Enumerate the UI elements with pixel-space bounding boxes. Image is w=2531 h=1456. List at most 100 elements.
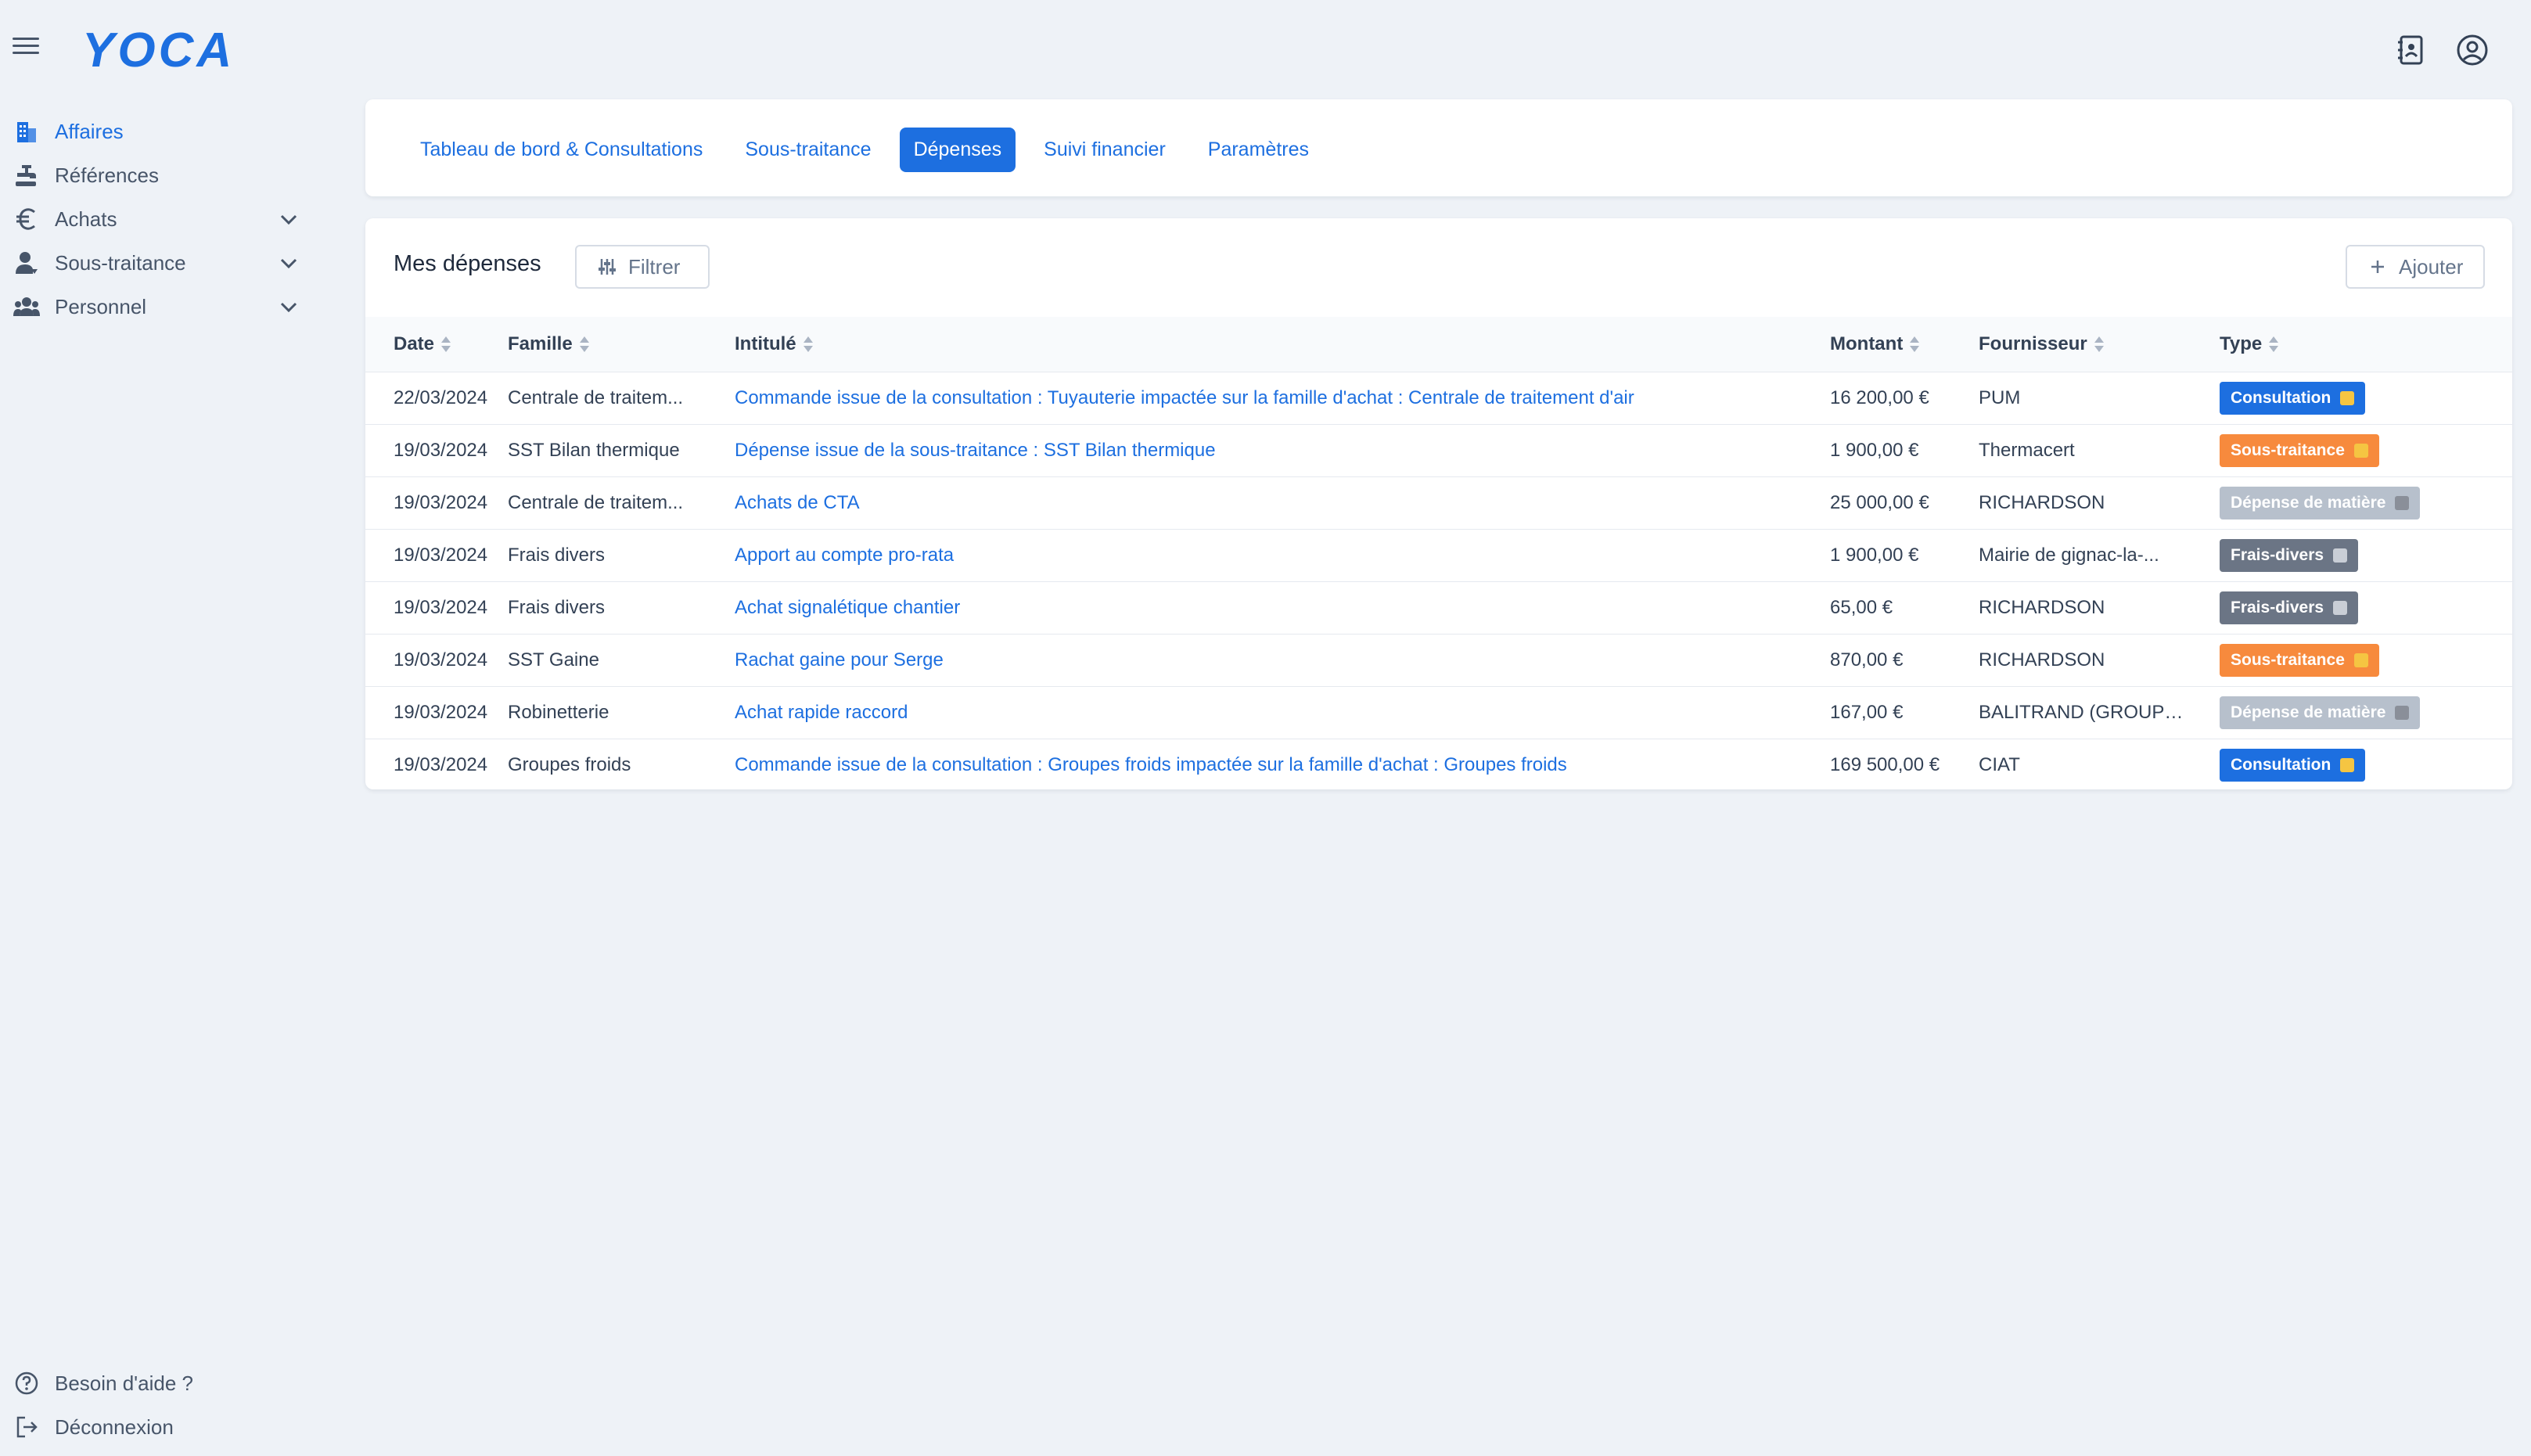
sidebar: Affaires Références Achats Sous-traitanc…	[0, 110, 313, 329]
help-label: Besoin d'aide ?	[55, 1371, 193, 1395]
cell-intitule-link[interactable]: Dépense issue de la sous-traitance : SST…	[735, 424, 1830, 476]
sort-icon	[579, 336, 589, 353]
sidebar-item-achats[interactable]: Achats	[0, 197, 313, 241]
column-header-type[interactable]: Type	[2220, 317, 2512, 372]
cell-type: Dépense de matière	[2220, 476, 2512, 529]
help-link[interactable]: Besoin d'aide ?	[0, 1361, 313, 1405]
type-badge-icon	[2333, 600, 2348, 615]
help-icon	[13, 1369, 41, 1397]
cell-intitule-link[interactable]: Commande issue de la consultation : Tuya…	[735, 372, 1830, 424]
type-badge-icon	[2353, 443, 2368, 458]
sort-icon	[441, 336, 451, 353]
cell-intitule-link[interactable]: Apport au compte pro-rata	[735, 529, 1830, 581]
type-badge-icon	[2395, 705, 2410, 720]
table-body: 22/03/2024 Centrale de traitem... Comman…	[365, 372, 2512, 791]
chevron-down-icon[interactable]	[279, 210, 299, 230]
tab-depenses[interactable]: Dépenses	[899, 128, 1016, 172]
filter-label: Filtrer	[628, 254, 681, 279]
cell-montant: 25 000,00 €	[1830, 491, 1929, 513]
sidebar-footer: Besoin d'aide ? Déconnexion	[0, 1361, 313, 1449]
cell-famille: SST Bilan thermique	[508, 439, 680, 461]
column-header-intitule[interactable]: Intitulé	[735, 317, 1830, 372]
column-header-fournisseur[interactable]: Fournisseur	[1979, 317, 2220, 372]
chevron-down-icon[interactable]	[279, 253, 299, 274]
sidebar-item-references[interactable]: Références	[0, 153, 313, 197]
cell-intitule-link[interactable]: Rachat gaine pour Serge	[735, 634, 1830, 686]
tab-suivi-financier[interactable]: Suivi financier	[1030, 128, 1180, 172]
cell-famille: Centrale de traitem...	[508, 386, 684, 408]
cell-intitule-link[interactable]: Achats de CTA	[735, 476, 1830, 529]
tab-tableau-de-bord[interactable]: Tableau de bord & Consultations	[406, 128, 717, 172]
cell-montant: 1 900,00 €	[1830, 544, 1919, 566]
cell-date: 19/03/2024	[394, 544, 488, 566]
type-badge: Consultation	[2220, 381, 2366, 415]
type-badge-icon	[2333, 548, 2348, 563]
cell-fournisseur: Mairie de gignac-la-...	[1979, 544, 2159, 566]
menu-toggle-button[interactable]	[11, 33, 41, 63]
plus-icon	[2371, 261, 2384, 273]
column-header-famille[interactable]: Famille	[508, 317, 735, 372]
cell-type: Sous-traitance	[2220, 634, 2512, 686]
cell-montant: 16 200,00 €	[1830, 386, 1929, 408]
logout-link[interactable]: Déconnexion	[0, 1405, 313, 1449]
sidebar-item-label: Références	[55, 163, 159, 187]
cell-date: 22/03/2024	[394, 386, 488, 408]
sidebar-item-label: Personnel	[55, 294, 147, 318]
table-row[interactable]: 19/03/2024 Groupes froids Commande issue…	[365, 739, 2512, 791]
column-header-montant[interactable]: Montant	[1830, 317, 1979, 372]
sidebar-item-sous-traitance[interactable]: Sous-traitance	[0, 241, 313, 285]
user-account-icon[interactable]	[2455, 33, 2490, 67]
table-row[interactable]: 19/03/2024 Frais divers Achat signalétiq…	[365, 581, 2512, 634]
table-row[interactable]: 19/03/2024 Frais divers Apport au compte…	[365, 529, 2512, 581]
cell-date: 19/03/2024	[394, 701, 488, 723]
cell-type: Consultation	[2220, 739, 2512, 791]
cell-famille: Frais divers	[508, 544, 606, 566]
type-badge: Dépense de matière	[2220, 696, 2421, 729]
type-badge-icon	[2340, 757, 2355, 772]
cell-famille: Frais divers	[508, 596, 606, 618]
cell-montant: 1 900,00 €	[1830, 439, 1919, 461]
sidebar-item-personnel[interactable]: Personnel	[0, 285, 313, 329]
cell-fournisseur: CIAT	[1979, 753, 2020, 775]
chevron-down-icon[interactable]	[279, 297, 299, 318]
tab-parametres[interactable]: Paramètres	[1194, 128, 1323, 172]
type-badge: Frais-divers	[2220, 591, 2359, 624]
cell-date: 19/03/2024	[394, 491, 488, 513]
expenses-table: Date Famille Intitulé Montant Fournisseu…	[365, 317, 2512, 791]
type-badge-icon	[2395, 495, 2410, 510]
filter-button[interactable]: Filtrer	[575, 245, 710, 289]
cell-intitule-link[interactable]: Achat rapide raccord	[735, 686, 1830, 739]
cell-type: Frais-divers	[2220, 529, 2512, 581]
cell-date: 19/03/2024	[394, 596, 488, 618]
cell-famille: Groupes froids	[508, 753, 631, 775]
cell-type: Frais-divers	[2220, 581, 2512, 634]
euro-icon	[13, 205, 41, 233]
cell-fournisseur: RICHARDSON	[1979, 596, 2105, 618]
app-logo[interactable]: YOCA	[82, 23, 235, 78]
cell-montant: 65,00 €	[1830, 596, 1893, 618]
contacts-book-icon[interactable]	[2394, 33, 2429, 67]
table-row[interactable]: 19/03/2024 SST Gaine Rachat gaine pour S…	[365, 634, 2512, 686]
cell-intitule-link[interactable]: Achat signalétique chantier	[735, 581, 1830, 634]
cell-famille: Centrale de traitem...	[508, 491, 684, 513]
type-badge: Dépense de matière	[2220, 486, 2421, 519]
cell-type: Dépense de matière	[2220, 686, 2512, 739]
cell-famille: Robinetterie	[508, 701, 609, 723]
tap-icon	[13, 161, 41, 189]
person-icon	[13, 249, 41, 277]
add-button[interactable]: Ajouter	[2346, 245, 2485, 289]
table-row[interactable]: 22/03/2024 Centrale de traitem... Comman…	[365, 372, 2512, 424]
table-row[interactable]: 19/03/2024 Centrale de traitem... Achats…	[365, 476, 2512, 529]
table-row[interactable]: 19/03/2024 Robinetterie Achat rapide rac…	[365, 686, 2512, 739]
sidebar-item-affaires[interactable]: Affaires	[0, 110, 313, 153]
column-header-date[interactable]: Date	[365, 317, 508, 372]
cell-famille: SST Gaine	[508, 649, 599, 670]
tab-sous-traitance[interactable]: Sous-traitance	[731, 128, 885, 172]
cell-fournisseur: RICHARDSON	[1979, 649, 2105, 670]
logout-label: Déconnexion	[55, 1415, 174, 1439]
cell-montant: 167,00 €	[1830, 701, 1904, 723]
sidebar-item-label: Sous-traitance	[55, 250, 186, 275]
table-row[interactable]: 19/03/2024 SST Bilan thermique Dépense i…	[365, 424, 2512, 476]
cell-fournisseur: BALITRAND (GROUPE ...	[1979, 701, 2188, 723]
cell-intitule-link[interactable]: Commande issue de la consultation : Grou…	[735, 739, 1830, 791]
